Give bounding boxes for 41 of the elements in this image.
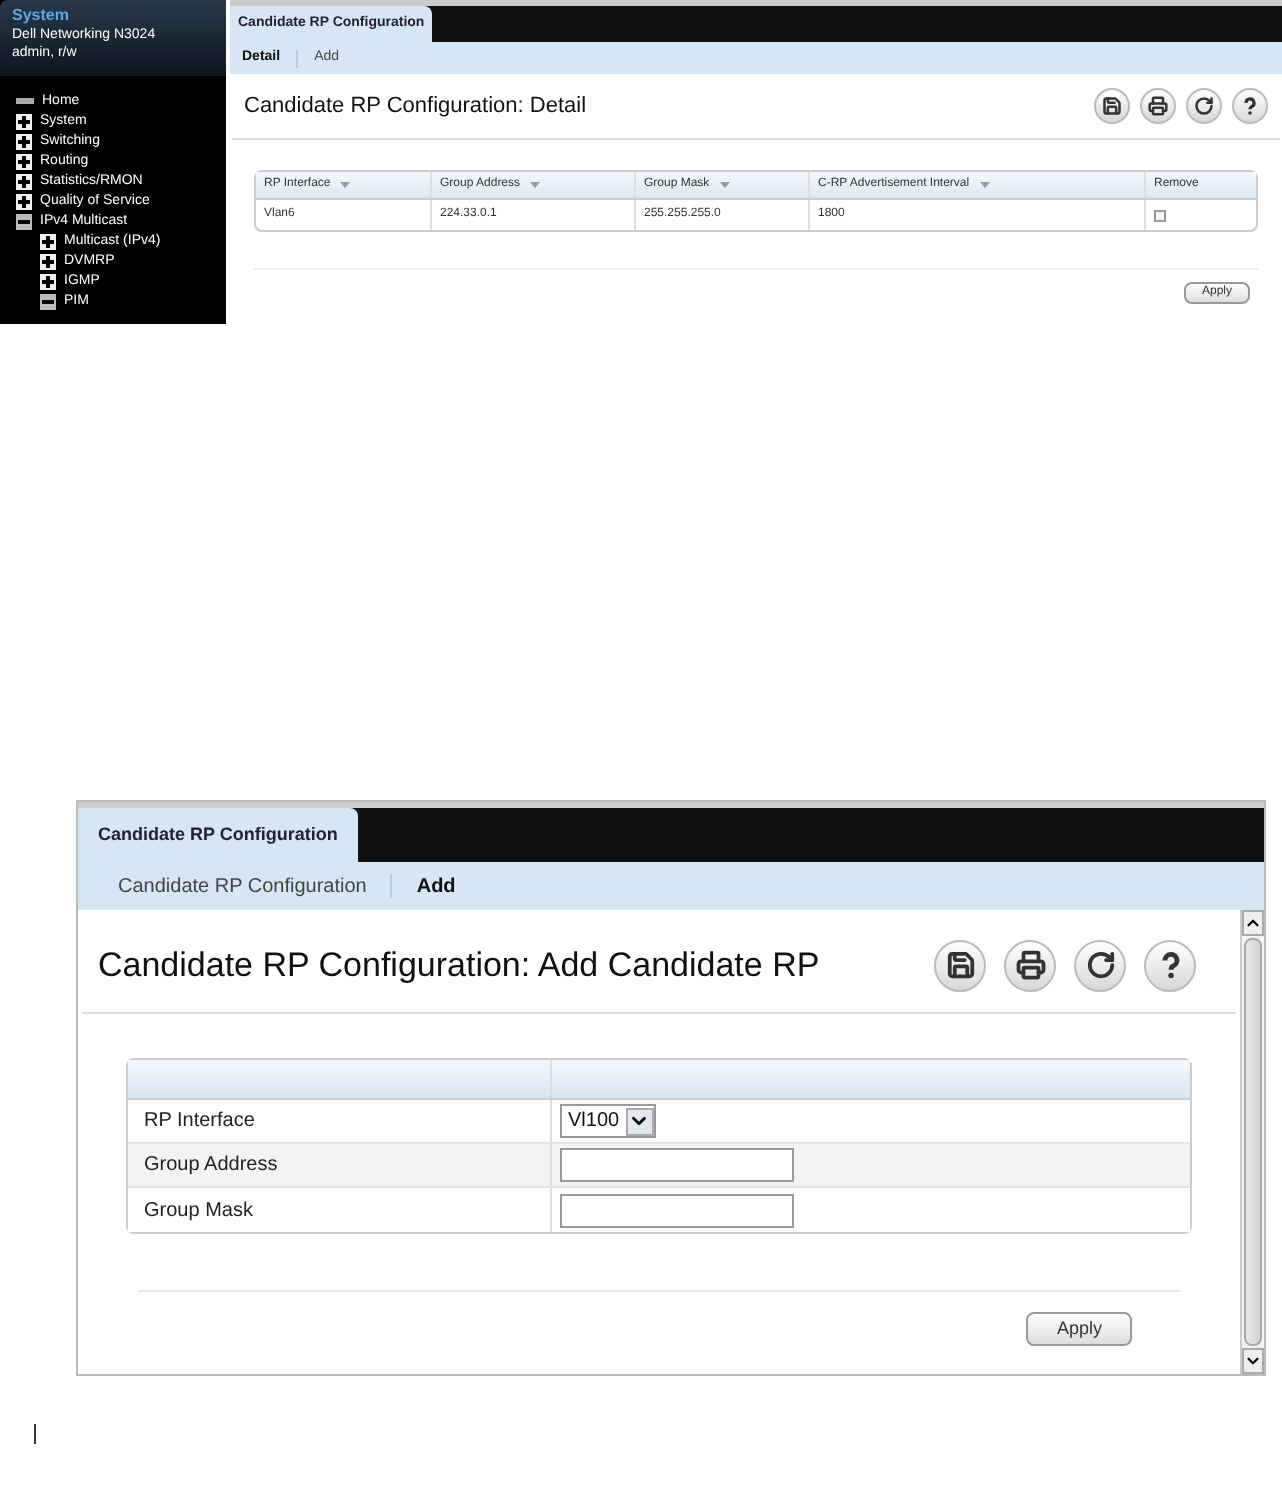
scroll-up-icon[interactable]	[1242, 910, 1264, 936]
print-icon[interactable]	[1004, 939, 1056, 991]
minus-icon[interactable]	[16, 213, 32, 229]
scroll-down-icon[interactable]	[1242, 1348, 1264, 1374]
dash-icon	[16, 98, 34, 104]
sidebar-title: System	[12, 6, 71, 26]
plus-icon[interactable]	[16, 173, 32, 189]
page-title: Candidate RP Configuration: Detail	[244, 91, 587, 122]
plus-icon[interactable]	[16, 193, 32, 209]
subtab[interactable]: Candidate RP Configuration	[118, 871, 367, 901]
remove-checkbox[interactable]	[1154, 209, 1166, 221]
field-label: Group Address	[144, 1152, 278, 1180]
plus-icon[interactable]	[40, 253, 56, 269]
save-icon[interactable]	[1094, 88, 1130, 124]
input-field[interactable]	[560, 1193, 794, 1227]
field-label: Group Mask	[144, 1197, 253, 1225]
sort-caret-icon	[979, 182, 990, 188]
help-icon[interactable]	[1232, 88, 1268, 124]
interface-select[interactable]: Vl100	[560, 1104, 656, 1138]
sort-caret-icon	[530, 182, 541, 188]
sort-caret-icon	[719, 182, 730, 188]
subtab[interactable]: Add	[416, 871, 456, 901]
plus-icon[interactable]	[16, 153, 32, 169]
print-icon[interactable]	[1140, 88, 1176, 124]
help-icon[interactable]	[1144, 939, 1196, 991]
minus-icon[interactable]	[40, 293, 56, 309]
plus-icon[interactable]	[16, 133, 32, 149]
save-icon[interactable]	[934, 939, 986, 991]
page-title: Candidate RP Configuration: Add Candidate RP	[98, 943, 820, 988]
scrollbar[interactable]	[1240, 910, 1264, 1374]
plus-icon[interactable]	[40, 273, 56, 289]
refresh-icon[interactable]	[1074, 939, 1126, 991]
apply-button[interactable]: Apply	[1026, 1312, 1132, 1346]
sort-caret-icon	[340, 182, 351, 188]
plus-icon[interactable]	[40, 233, 56, 249]
dropdown-icon	[625, 1107, 654, 1135]
field-label: RP Interface	[144, 1108, 255, 1136]
section-tab[interactable]: Candidate RP Configuration	[78, 808, 358, 862]
plus-icon[interactable]	[16, 113, 32, 129]
input-field[interactable]	[560, 1148, 794, 1182]
refresh-icon[interactable]	[1186, 88, 1222, 124]
